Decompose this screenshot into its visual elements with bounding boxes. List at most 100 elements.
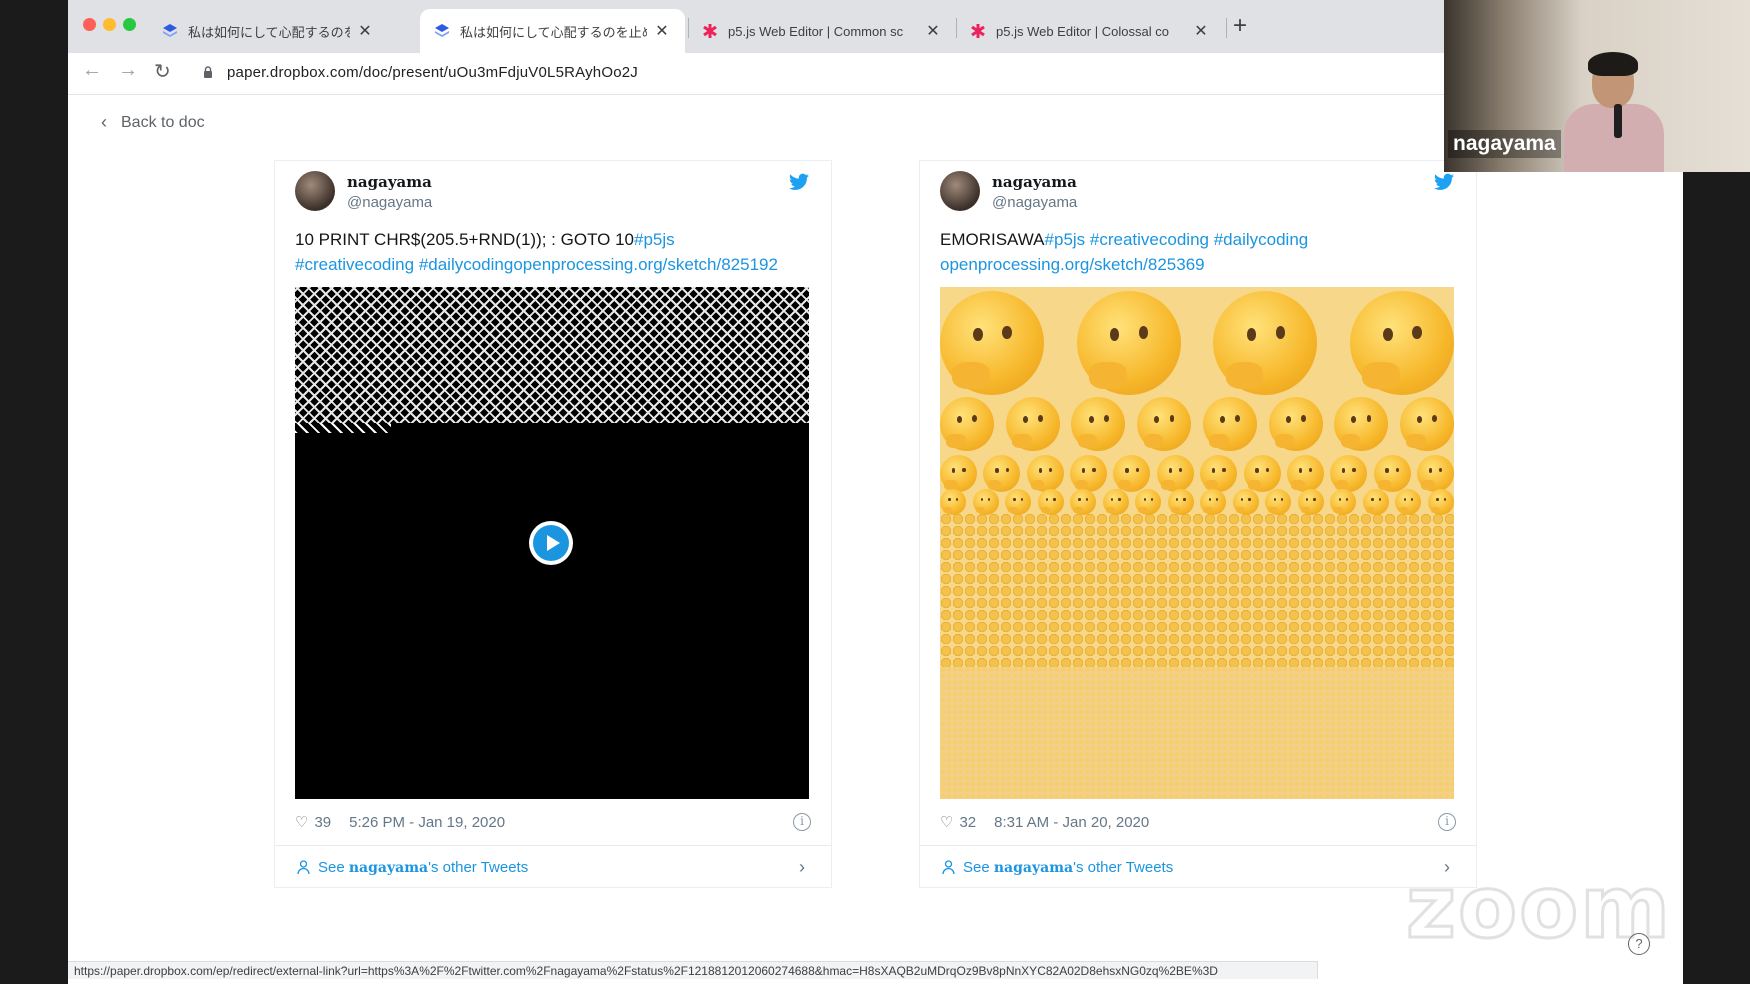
- hashtag-link[interactable]: #dailycoding: [419, 255, 514, 274]
- divider: [275, 845, 831, 846]
- microphone: [1614, 104, 1622, 138]
- close-tab-icon[interactable]: ✕: [653, 21, 671, 41]
- see-prefix: See: [318, 859, 345, 876]
- avatar[interactable]: [940, 171, 980, 211]
- lock-icon: [204, 66, 212, 78]
- thinking-face-emoji: [940, 455, 977, 492]
- see-username: nagayama: [348, 859, 429, 876]
- thinking-face-emoji: [1349, 291, 1454, 395]
- tweet-text-body: EMORISAWA: [940, 230, 1045, 249]
- tweet-meta: ♡ 32 8:31 AM - Jan 20, 2020: [940, 813, 1149, 832]
- back-to-doc-link[interactable]: ‹ Back to doc: [101, 112, 205, 133]
- back-arrow-icon[interactable]: ←: [82, 59, 102, 82]
- tweet-author-name[interactable]: nagayama: [992, 173, 1077, 191]
- twitter-bird-icon[interactable]: [1434, 173, 1454, 191]
- tab-title: p5.js Web Editor | Colossal co: [996, 23, 1169, 39]
- thinking-face-emoji: [1213, 291, 1318, 395]
- emoji-row: [940, 397, 1454, 451]
- see-suffix: 's other Tweets: [1073, 859, 1174, 876]
- tab-1[interactable]: 私は如何にして心配するのを止め ✕: [148, 9, 388, 53]
- browser-toolbar: ← → ↻ paper.dropbox.com/doc/present/uOu3…: [68, 53, 1683, 95]
- see-prefix: See: [963, 859, 990, 876]
- thinking-face-emoji: [1137, 397, 1192, 451]
- thinking-face-emoji: [1167, 489, 1194, 515]
- hashtag-link[interactable]: #creativecoding: [1090, 230, 1209, 249]
- chevron-right-icon[interactable]: ›: [799, 857, 805, 878]
- participant-hair: [1588, 52, 1638, 76]
- tweet-card: nagayama @nagayama EMORISAWA#p5js #creat…: [919, 160, 1477, 888]
- thinking-face-emoji: [1076, 291, 1181, 395]
- maximize-window-button[interactable]: [123, 18, 136, 31]
- thinking-face-emoji: [1399, 397, 1454, 451]
- minimize-window-button[interactable]: [103, 18, 116, 31]
- tweet-timestamp[interactable]: 5:26 PM - Jan 19, 2020: [349, 814, 505, 831]
- thinking-face-emoji: [1037, 489, 1064, 515]
- tweet-text: EMORISAWA#p5js #creativecoding #dailycod…: [940, 227, 1460, 277]
- info-icon[interactable]: i: [793, 813, 811, 831]
- close-tab-icon[interactable]: ✕: [1192, 21, 1210, 41]
- help-icon[interactable]: ?: [1628, 933, 1650, 955]
- heart-icon[interactable]: ♡: [940, 813, 953, 831]
- tweet-author-name[interactable]: nagayama: [347, 173, 432, 191]
- participant-name-label: nagayama: [1448, 130, 1561, 158]
- thinking-face-emoji: [1005, 397, 1060, 451]
- back-to-doc-label: Back to doc: [121, 113, 205, 131]
- twitter-bird-icon[interactable]: [789, 173, 809, 191]
- hashtag-link[interactable]: #p5js: [1045, 230, 1086, 249]
- tab-title: p5.js Web Editor | Common sc: [728, 23, 904, 39]
- maze-pattern-partial: [295, 423, 391, 433]
- webcam-video: nagayama: [1444, 0, 1750, 172]
- thinking-face-emoji: [1102, 489, 1129, 515]
- close-tab-icon[interactable]: ✕: [356, 21, 374, 41]
- tab-separator: [956, 18, 957, 38]
- thinking-face-emoji: [1395, 489, 1422, 515]
- person-icon: [942, 860, 955, 875]
- forward-arrow-icon[interactable]: →: [118, 59, 138, 82]
- thinking-face-emoji: [1113, 455, 1151, 492]
- heart-icon[interactable]: ♡: [295, 813, 308, 831]
- close-tab-icon[interactable]: ✕: [924, 21, 942, 41]
- thinking-face-emoji: [1202, 397, 1257, 451]
- address-bar[interactable]: paper.dropbox.com/doc/present/uOu3mFdjuV…: [227, 64, 638, 81]
- tab-separator: [1226, 18, 1227, 38]
- thinking-face-emoji: [1200, 455, 1238, 492]
- hashtag-link[interactable]: #p5js: [634, 230, 675, 249]
- thinking-face-emoji: [1330, 489, 1357, 515]
- maze-pattern: [295, 287, 809, 423]
- thinking-face-emoji: [1071, 397, 1126, 451]
- tab-2[interactable]: 私は如何にして心配するのを止め ✕: [420, 9, 685, 53]
- screen: 私は如何にして心配するのを止め ✕ 私は如何にして心配するのを止め ✕ p5.j…: [0, 0, 1750, 984]
- hashtag-link[interactable]: #dailycoding: [1214, 230, 1309, 249]
- see-other-tweets-link[interactable]: See nagayama's other Tweets: [942, 859, 1173, 876]
- tweet-author-handle[interactable]: @nagayama: [347, 194, 432, 211]
- emoji-tiny-rows: [940, 667, 1454, 799]
- thinking-face-emoji: [1243, 455, 1281, 492]
- dropbox-paper-icon: [435, 24, 449, 37]
- thinking-face-emoji: [1135, 489, 1162, 515]
- thinking-face-emoji: [1156, 455, 1194, 492]
- see-other-tweets-link[interactable]: See nagayama's other Tweets: [297, 859, 528, 876]
- info-icon[interactable]: i: [1438, 813, 1456, 831]
- sketch-link[interactable]: openprocessing.org/sketch/825369: [940, 255, 1205, 274]
- sketch-link[interactable]: openprocessing.org/sketch/825192: [513, 255, 778, 274]
- reload-icon[interactable]: ↻: [154, 59, 171, 84]
- tab-4[interactable]: p5.js Web Editor | Colossal co ✕: [956, 9, 1224, 53]
- hashtag-link[interactable]: #creativecoding: [295, 255, 414, 274]
- thinking-face-emoji: [1416, 455, 1454, 492]
- thinking-face-emoji: [940, 489, 966, 515]
- p5js-asterisk-icon: [703, 24, 717, 38]
- close-window-button[interactable]: [83, 18, 96, 31]
- thinking-face-emoji: [972, 489, 999, 515]
- tab-title: 私は如何にして心配するのを止め: [460, 24, 647, 40]
- person-icon: [297, 860, 310, 875]
- see-suffix: 's other Tweets: [428, 859, 529, 876]
- tweet-image[interactable]: [940, 287, 1454, 799]
- new-tab-button[interactable]: +: [1233, 12, 1247, 40]
- tweet-author-handle[interactable]: @nagayama: [992, 194, 1077, 211]
- tab-3[interactable]: p5.js Web Editor | Common sc ✕: [688, 9, 956, 53]
- tweet-video[interactable]: [295, 287, 809, 799]
- tweet-timestamp[interactable]: 8:31 AM - Jan 20, 2020: [994, 814, 1149, 831]
- emoji-row: [940, 291, 1454, 395]
- play-button[interactable]: [529, 521, 573, 565]
- avatar[interactable]: [295, 171, 335, 211]
